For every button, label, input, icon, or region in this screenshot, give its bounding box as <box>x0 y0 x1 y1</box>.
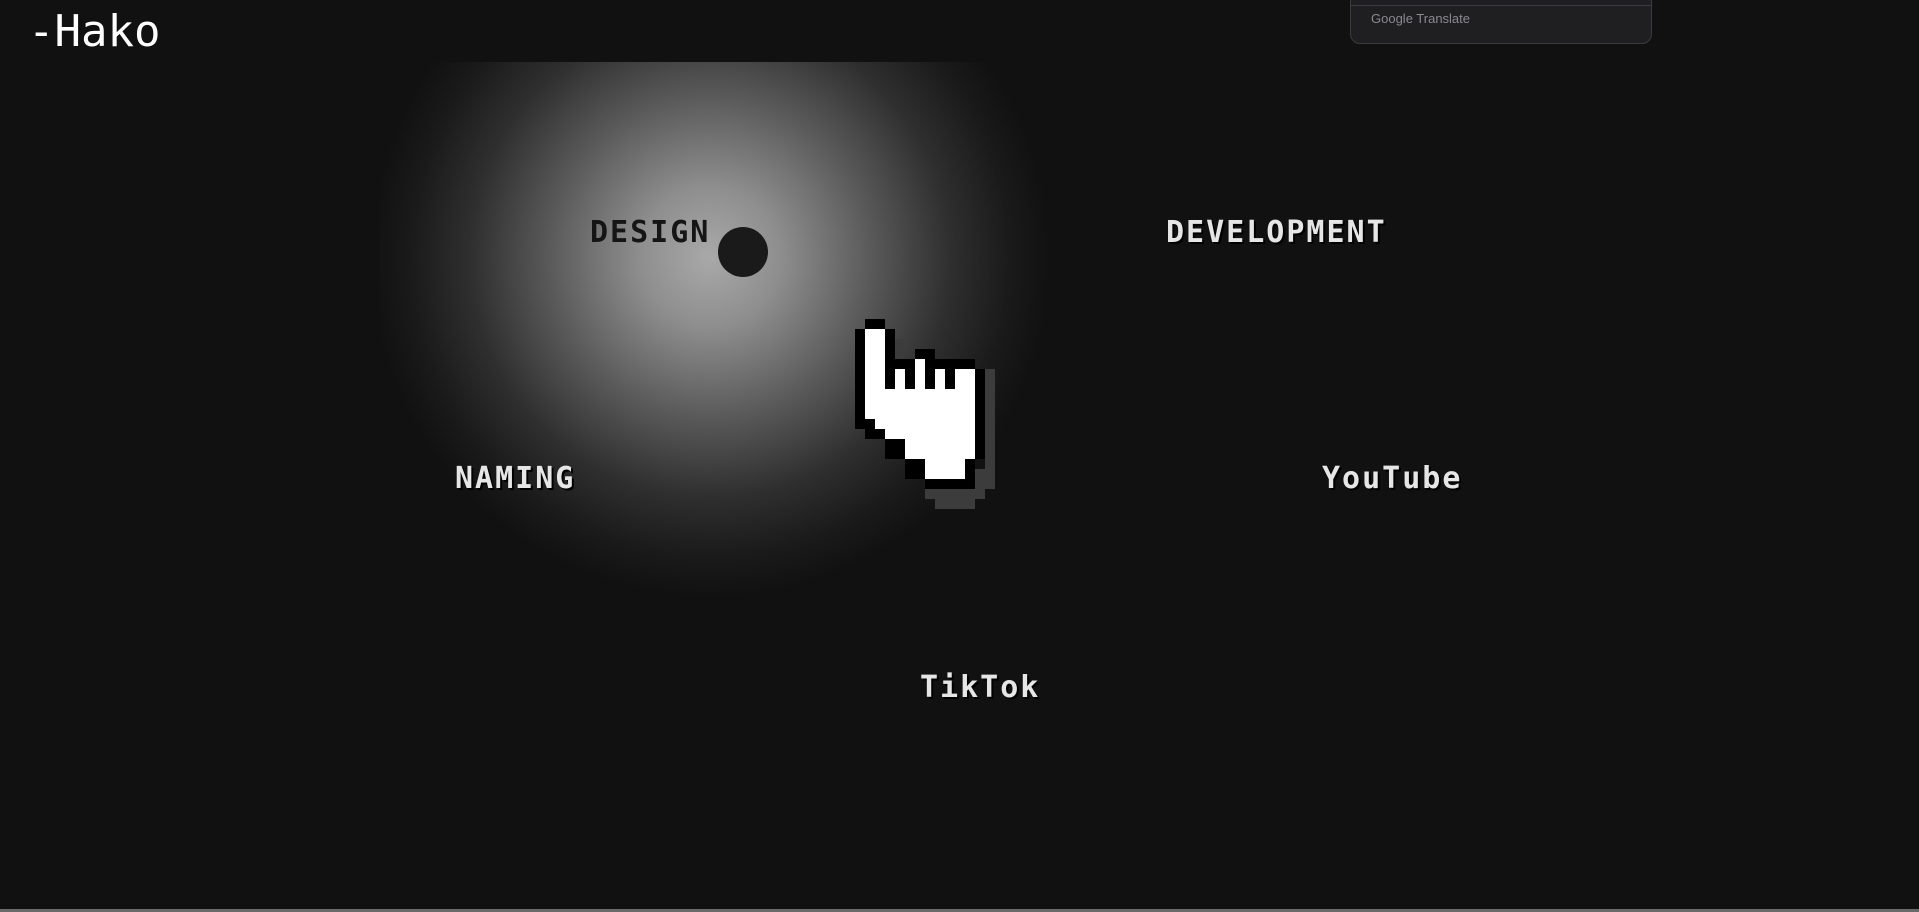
pixel-hand-pointer-icon <box>855 319 995 509</box>
nav-link-design[interactable]: DESIGN <box>590 215 710 251</box>
popup-divider <box>1351 5 1651 6</box>
nav-link-youtube[interactable]: YouTube <box>1322 461 1462 497</box>
nav-link-development[interactable]: DEVELOPMENT <box>1166 215 1387 251</box>
site-logo[interactable]: -Hako <box>28 4 160 60</box>
google-translate-brand: Google Translate <box>1371 11 1471 26</box>
nav-link-tiktok[interactable]: TikTok <box>920 670 1040 706</box>
google-translate-popup: Google Translate <box>1350 0 1652 44</box>
nav-link-naming[interactable]: NAMING <box>455 461 575 497</box>
cursor-dot <box>718 227 768 277</box>
